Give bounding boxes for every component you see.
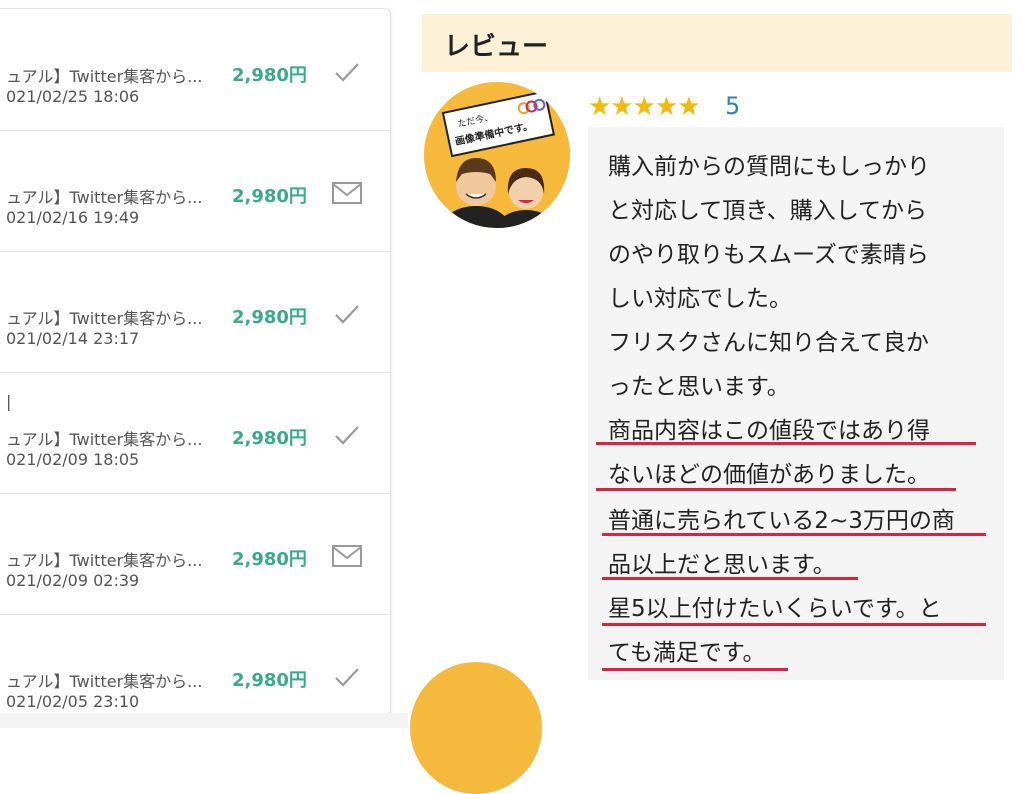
sales-row[interactable]: | ュアル】Twitter集客から... 021/02/09 18:05 2,9… — [0, 372, 390, 494]
mail-icon — [332, 545, 362, 567]
highlight-underline — [602, 668, 788, 671]
sales-row[interactable]: ュアル】Twitter集客から... 021/02/05 23:10 2,980… — [0, 614, 390, 714]
sales-item-date: 021/02/09 02:39 — [6, 571, 140, 590]
avatar-placeholder-illustration: ただ今、 画像準備中です。 — [424, 82, 570, 228]
review-line: 星5以上付けたいくらいです。と — [608, 596, 942, 622]
sales-item-date: 021/02/16 19:49 — [6, 208, 140, 227]
next-avatar — [410, 662, 542, 794]
sales-item-price: 2,980円 — [232, 549, 307, 570]
review-line: のやり取りもスムーズで素晴ら — [608, 242, 929, 268]
sales-item-date: 021/02/25 18:06 — [6, 87, 140, 106]
check-icon — [335, 63, 359, 82]
review-line: 普通に売られている2~3万円の商 — [608, 508, 955, 534]
sales-item-price: 2,980円 — [232, 670, 307, 691]
sales-item-title: ュアル】Twitter集客から... — [6, 67, 203, 86]
sales-item-price: 2,980円 — [232, 428, 307, 449]
review-header: レビュー — [422, 14, 1012, 72]
sales-item-title: ュアル】Twitter集客から... — [6, 672, 203, 691]
sales-item-price: 2,980円 — [232, 65, 307, 86]
sales-item-date: 021/02/14 23:17 — [6, 329, 140, 348]
check-icon — [335, 668, 359, 687]
review-line: 購入前からの質問にもしっかり — [608, 154, 930, 180]
review-panel: レビュー ただ今、 画像準備中です。 ★★★★★ 5 購入前からの質問にもしっか… — [408, 0, 1024, 794]
list-bottom-strip — [0, 713, 410, 728]
sales-item-title: ュアル】Twitter集客から... — [6, 309, 203, 328]
sales-item-price: 2,980円 — [232, 186, 307, 207]
highlight-underline — [602, 623, 986, 626]
review-line: ても満足です。 — [608, 640, 766, 666]
highlight-underline — [602, 533, 986, 536]
sales-row[interactable]: ュアル】Twitter集客から... 021/02/16 19:49 2,980… — [0, 130, 390, 252]
highlight-underline — [596, 488, 956, 491]
rating-value: 5 — [725, 92, 741, 120]
sales-row[interactable]: ュアル】Twitter集客から... 021/02/09 02:39 2,980… — [0, 493, 390, 615]
rating-stars: ★★★★★ — [588, 92, 701, 122]
sales-list-panel: ュアル】Twitter集客から... 021/02/25 18:06 2,980… — [0, 0, 410, 728]
sales-item-price: 2,980円 — [232, 307, 307, 328]
review-heading: レビュー — [444, 32, 549, 62]
sales-item-title: ュアル】Twitter集客から... — [6, 188, 203, 207]
review-line: 商品内容はこの値段ではあり得 — [608, 418, 930, 444]
sales-item-extra: | — [6, 392, 12, 411]
highlight-underline — [602, 577, 858, 580]
review-line: フリスクさんに知り合えて良か — [608, 330, 929, 356]
review-line: ないほどの価値がありました。 — [608, 462, 930, 488]
review-line: と対応して頂き、購入してから — [608, 198, 928, 224]
review-line: しい対応でした。 — [608, 286, 792, 312]
check-icon — [335, 426, 359, 445]
review-text-box: 購入前からの質問にもしっかり と対応して頂き、購入してから のやり取りもスムーズ… — [588, 127, 1004, 680]
sales-row[interactable]: ュアル】Twitter集客から... 021/02/25 18:06 2,980… — [0, 9, 390, 131]
review-line: 品以上だと思います。 — [608, 552, 836, 578]
sales-item-date: 021/02/09 18:05 — [6, 450, 140, 469]
review-line: ったと思います。 — [608, 374, 790, 400]
sales-item-title: ュアル】Twitter集客から... — [6, 551, 203, 570]
mail-icon — [332, 182, 362, 204]
sales-row[interactable]: ュアル】Twitter集客から... 021/02/14 23:17 2,980… — [0, 251, 390, 373]
highlight-underline — [596, 442, 976, 445]
avatar[interactable]: ただ今、 画像準備中です。 — [424, 82, 570, 228]
sales-item-title: ュアル】Twitter集客から... — [6, 430, 203, 449]
check-icon — [335, 305, 359, 324]
sales-list: ュアル】Twitter集客から... 021/02/25 18:06 2,980… — [0, 8, 391, 715]
sales-item-date: 021/02/05 23:10 — [6, 692, 140, 711]
